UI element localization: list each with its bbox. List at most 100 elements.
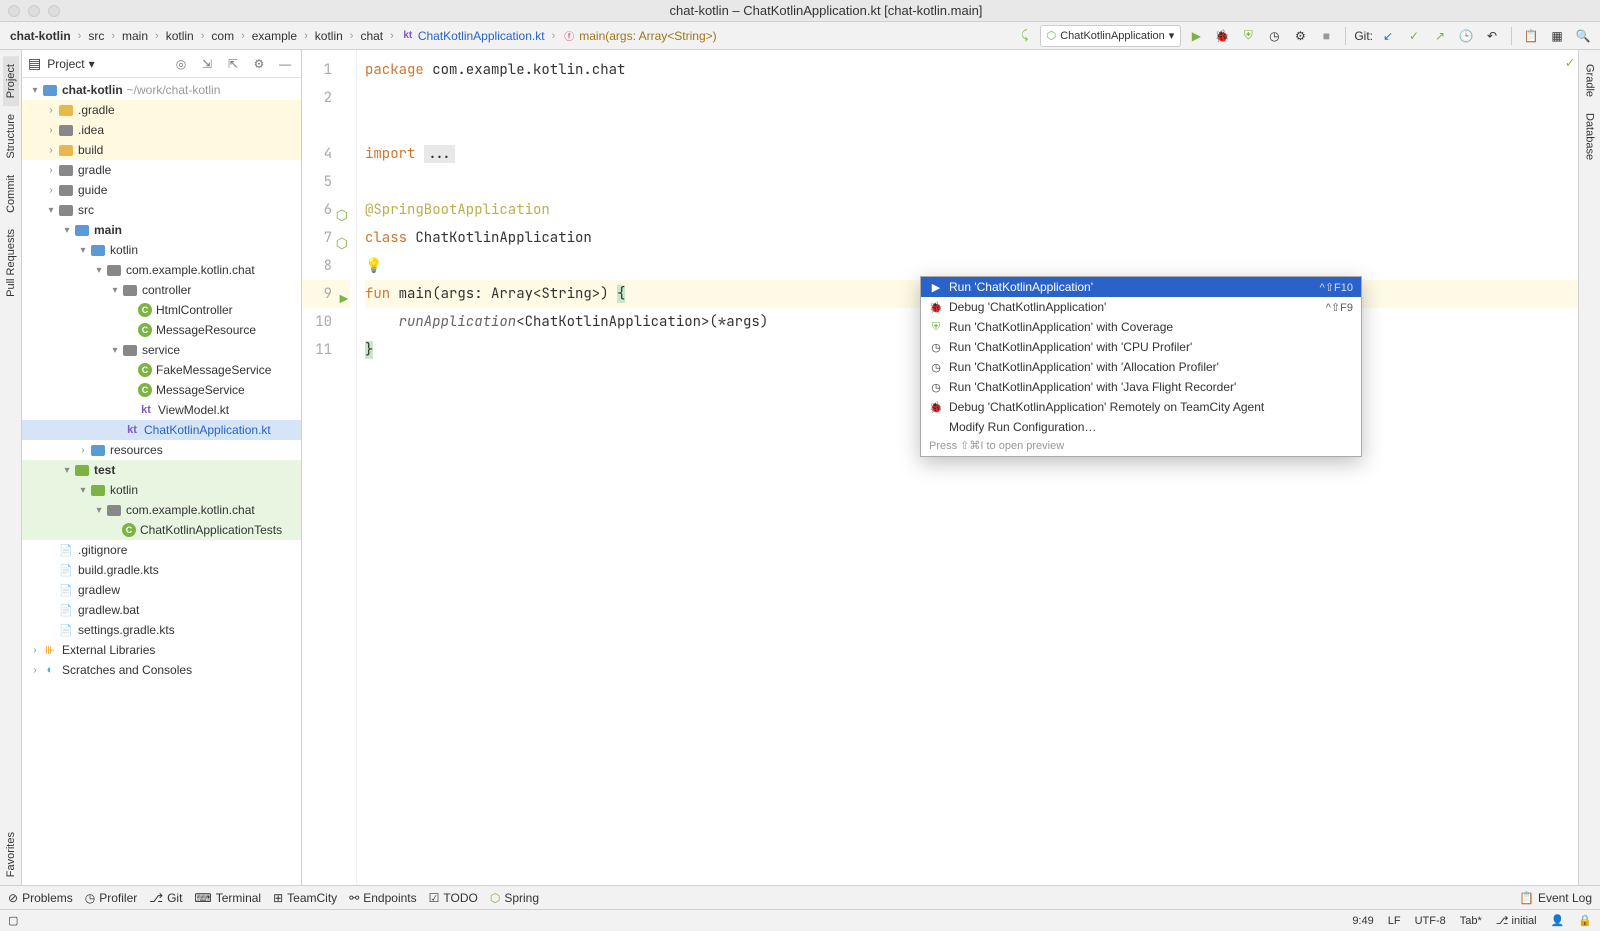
tree-libraries[interactable]: ›⊪External Libraries	[22, 640, 301, 660]
tree-package[interactable]: ▾com.example.kotlin.chat	[22, 260, 301, 280]
git-push-icon[interactable]: ↗	[1429, 25, 1451, 47]
tree-package[interactable]: ▾controller	[22, 280, 301, 300]
git-history-icon[interactable]: 🕒	[1455, 25, 1477, 47]
menu-item-run[interactable]: ▶Run 'ChatKotlinApplication'^⇧F10	[921, 277, 1361, 297]
tree-scratches[interactable]: ›◐Scratches and Consoles	[22, 660, 301, 680]
tree-file-selected[interactable]: ktChatKotlinApplication.kt	[22, 420, 301, 440]
status-branch[interactable]: ⎇ initial	[1496, 914, 1537, 927]
project-view-selector[interactable]: Project	[47, 57, 84, 71]
stop-icon[interactable]: ■	[1315, 25, 1337, 47]
expand-icon[interactable]: ⇲	[197, 54, 217, 74]
tree-root[interactable]: ▾chat-kotlin~/work/chat-kotlin	[22, 80, 301, 100]
tree-folder[interactable]: ▾src	[22, 200, 301, 220]
tree-folder[interactable]: ›build	[22, 140, 301, 160]
tree-file[interactable]: 📄settings.gradle.kts	[22, 620, 301, 640]
code-area[interactable]: package com.example.kotlin.chat import .…	[357, 50, 1578, 885]
menu-item-modify[interactable]: Modify Run Configuration…	[921, 417, 1361, 437]
tree-class[interactable]: CChatKotlinApplicationTests	[22, 520, 301, 540]
tab-structure[interactable]: Structure	[3, 106, 19, 167]
tree-file[interactable]: 📄gradlew	[22, 580, 301, 600]
tab-commit[interactable]: Commit	[3, 167, 19, 221]
crumb-kotlin[interactable]: kotlin	[162, 28, 198, 44]
gear-icon[interactable]: ⚙	[249, 54, 269, 74]
tree-folder[interactable]: ›.gradle	[22, 100, 301, 120]
status-lock-icon[interactable]: 🔒	[1578, 914, 1592, 927]
status-line-sep[interactable]: LF	[1388, 915, 1401, 927]
menu-item-jfr[interactable]: ◷Run 'ChatKotlinApplication' with 'Java …	[921, 377, 1361, 397]
tab-git[interactable]: ⎇Git	[149, 891, 182, 905]
status-encoding[interactable]: UTF-8	[1415, 915, 1446, 927]
menu-item-teamcity[interactable]: 🐞Debug 'ChatKotlinApplication' Remotely …	[921, 397, 1361, 417]
ide-settings-icon[interactable]: ▦	[1546, 25, 1568, 47]
status-caret[interactable]: 9:49	[1352, 915, 1373, 927]
tree-class[interactable]: CFakeMessageService	[22, 360, 301, 380]
crumb-file[interactable]: ktChatKotlinApplication.kt	[397, 28, 549, 44]
inspection-ok-icon[interactable]: ✓	[1566, 54, 1574, 72]
tree-class[interactable]: CMessageService	[22, 380, 301, 400]
project-tree[interactable]: ▾chat-kotlin~/work/chat-kotlin ›.gradle …	[22, 78, 301, 885]
code-with-me-icon[interactable]: 📋	[1520, 25, 1542, 47]
tab-database[interactable]: Database	[1582, 105, 1598, 168]
tab-gradle[interactable]: Gradle	[1582, 56, 1598, 105]
menu-item-debug[interactable]: 🐞Debug 'ChatKotlinApplication'^⇧F9	[921, 297, 1361, 317]
hide-icon[interactable]: —	[275, 54, 295, 74]
run-icon[interactable]: ▶	[1185, 25, 1207, 47]
editor[interactable]: ✓ 1 2 4 5 ⬡6 ⬡7 8 ▶9 10 11 package com.e…	[302, 50, 1578, 885]
git-revert-icon[interactable]: ↶	[1481, 25, 1503, 47]
menu-item-cpu[interactable]: ◷Run 'ChatKotlinApplication' with 'CPU P…	[921, 337, 1361, 357]
crumb-com[interactable]: com	[207, 28, 238, 44]
git-update-icon[interactable]: ↙	[1377, 25, 1399, 47]
tab-teamcity[interactable]: ⊞TeamCity	[273, 891, 337, 905]
crumb-example[interactable]: example	[248, 28, 301, 44]
debug-icon[interactable]: 🐞	[1211, 25, 1233, 47]
tool-windows-toggle-icon[interactable]: ▢	[8, 914, 18, 927]
tab-problems[interactable]: ⊘Problems	[8, 891, 73, 905]
collapse-icon[interactable]: ⇱	[223, 54, 243, 74]
tab-event-log[interactable]: 📋Event Log	[1519, 891, 1592, 905]
tab-todo[interactable]: ☑TODO	[429, 891, 478, 905]
editor-gutter[interactable]: 1 2 4 5 ⬡6 ⬡7 8 ▶9 10 11	[302, 50, 357, 885]
locate-icon[interactable]: ◎	[171, 54, 191, 74]
status-avatar-icon[interactable]: 👤	[1551, 914, 1565, 927]
tree-class[interactable]: CHtmlController	[22, 300, 301, 320]
tree-folder[interactable]: ›gradle	[22, 160, 301, 180]
menu-item-coverage[interactable]: ⛨Run 'ChatKotlinApplication' with Covera…	[921, 317, 1361, 337]
search-icon[interactable]: 🔍	[1572, 25, 1594, 47]
tab-project[interactable]: Project	[3, 56, 19, 106]
tree-folder[interactable]: ›resources	[22, 440, 301, 460]
menu-item-alloc[interactable]: ◷Run 'ChatKotlinApplication' with 'Alloc…	[921, 357, 1361, 377]
tree-file[interactable]: 📄build.gradle.kts	[22, 560, 301, 580]
git-commit-icon[interactable]: ✓	[1403, 25, 1425, 47]
tree-package[interactable]: ▾service	[22, 340, 301, 360]
crumb-main[interactable]: main	[118, 28, 152, 44]
tab-endpoints[interactable]: ⚯Endpoints	[349, 891, 416, 905]
tree-folder[interactable]: ▾kotlin	[22, 240, 301, 260]
tab-spring[interactable]: ⬡Spring	[490, 891, 539, 905]
crumb-project[interactable]: chat-kotlin	[6, 28, 75, 44]
tab-terminal[interactable]: ⌨Terminal	[194, 891, 261, 905]
window-controls[interactable]	[8, 5, 60, 17]
tab-profiler[interactable]: ◷Profiler	[85, 891, 138, 905]
crumb-chat[interactable]: chat	[356, 28, 387, 44]
tree-folder[interactable]: ▾kotlin	[22, 480, 301, 500]
profile-icon[interactable]: ◷	[1263, 25, 1285, 47]
tab-favorites[interactable]: Favorites	[3, 824, 19, 885]
run-config-selector[interactable]: ⬡ ChatKotlinApplication ▾	[1040, 25, 1182, 47]
coverage-icon[interactable]: ⛨	[1237, 25, 1259, 47]
crumb-kotlin2[interactable]: kotlin	[311, 28, 347, 44]
attach-icon[interactable]: ⚙	[1289, 25, 1311, 47]
tree-folder[interactable]: ›guide	[22, 180, 301, 200]
build-icon[interactable]: ⤹	[1014, 25, 1036, 47]
tree-class[interactable]: CMessageResource	[22, 320, 301, 340]
crumb-src[interactable]: src	[84, 28, 108, 44]
chevron-down-icon[interactable]: ▾	[89, 57, 95, 71]
tree-folder[interactable]: ›.idea	[22, 120, 301, 140]
tree-folder[interactable]: ▾test	[22, 460, 301, 480]
tree-file[interactable]: 📄.gitignore	[22, 540, 301, 560]
crumb-fn[interactable]: ⓕmain(args: Array<String>)	[558, 28, 720, 44]
tree-file[interactable]: ktViewModel.kt	[22, 400, 301, 420]
tab-pull-requests[interactable]: Pull Requests	[3, 221, 19, 305]
tree-package[interactable]: ▾com.example.kotlin.chat	[22, 500, 301, 520]
tree-folder[interactable]: ▾main	[22, 220, 301, 240]
status-indent[interactable]: Tab*	[1460, 915, 1482, 927]
